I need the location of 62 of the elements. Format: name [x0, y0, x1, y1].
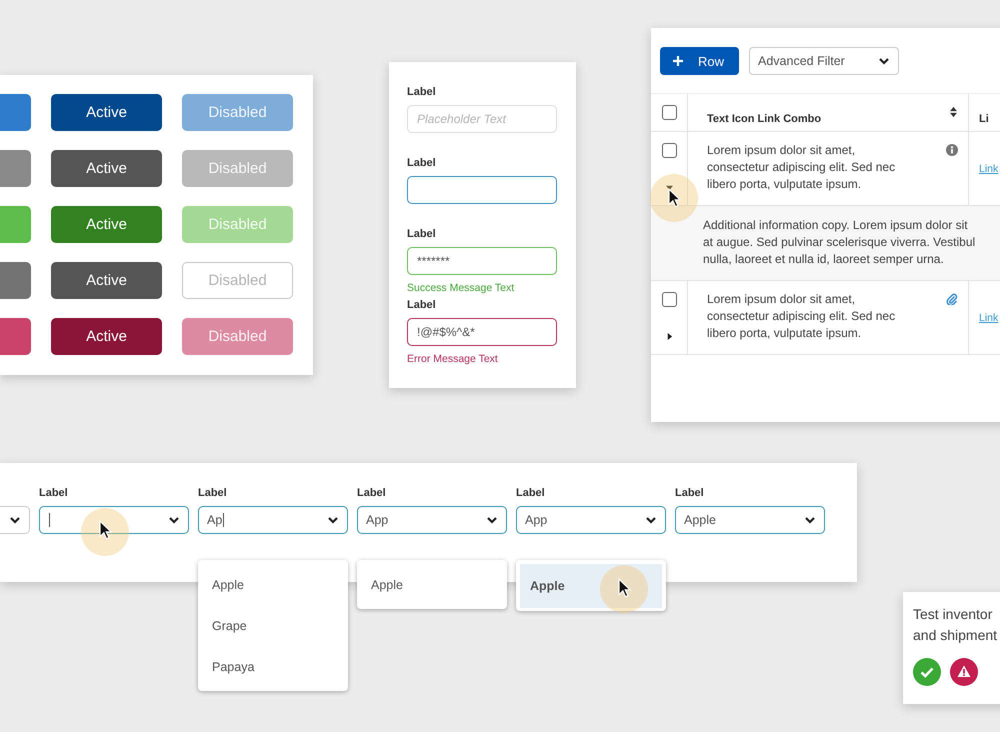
field-label: Label: [39, 487, 69, 500]
input-field[interactable]: [407, 176, 557, 204]
input-field[interactable]: *******: [407, 247, 557, 275]
add-row-button[interactable]: Row: [660, 47, 739, 75]
dropdown[interactable]: [0, 506, 30, 534]
field-label: Label: [357, 487, 387, 500]
chevron-down-icon: [804, 514, 816, 526]
cursor-icon: [99, 520, 112, 540]
detail-text: nulla, laoreet et nulla id, laoreet semper urna.: [703, 251, 944, 268]
button[interactable]: Active: [51, 262, 162, 299]
sort-icon[interactable]: [949, 106, 958, 118]
detail-text: at augue. Sed pulvinar scelerisque viverra. Vestibul: [703, 234, 976, 251]
click-highlight: [650, 174, 698, 222]
field-label: Label: [407, 228, 437, 241]
button[interactable]: Active: [51, 318, 162, 355]
menu-item[interactable]: Apple: [202, 564, 344, 606]
cell-text: Lorem ipsum dolor sit amet, consectetur adipiscing elit. Sed nec libero porta, vulputate ipsum.: [707, 291, 896, 342]
menu-item[interactable]: Apple: [520, 564, 662, 608]
field-label: Label: [407, 299, 437, 312]
cell-text: Lorem ipsum dolor sit amet, consectetur adipiscing elit. Sed nec libero porta, vulputate ipsum.: [707, 142, 896, 193]
field-label: Label: [407, 86, 437, 99]
field-label: Label: [516, 487, 546, 500]
menu-item[interactable]: Grape: [202, 605, 344, 647]
button[interactable]: Active: [51, 94, 162, 131]
paperclip-icon: [946, 293, 958, 305]
menu-item[interactable]: Papaya: [202, 646, 344, 688]
filter-dropdown[interactable]: Advanced Filter: [749, 47, 899, 75]
button[interactable]: Active: [51, 150, 162, 187]
cursor-icon: [618, 578, 631, 598]
click-highlight: [600, 565, 648, 613]
plus-icon: [672, 55, 684, 67]
dropdown[interactable]: App: [516, 506, 666, 534]
chevron-down-icon: [168, 514, 180, 526]
dropdown[interactable]: App: [357, 506, 507, 534]
checkbox[interactable]: [662, 143, 676, 158]
detail-text: Additional information copy. Lorem ipsum dolor sit: [703, 217, 968, 234]
menu-item[interactable]: Apple: [361, 564, 503, 606]
column-header[interactable]: Text Icon Link Combo: [707, 113, 822, 125]
button[interactable]: Active: [51, 206, 162, 243]
input-field[interactable]: !@#$%^&*: [407, 318, 557, 346]
chevron-down-icon: [486, 514, 498, 526]
info-icon: [946, 144, 958, 156]
caret-right-icon[interactable]: [666, 333, 672, 340]
chevron-down-icon: [9, 514, 21, 526]
checkbox[interactable]: [662, 105, 676, 120]
error-message: Error Message Text: [407, 353, 499, 365]
chevron-down-icon: [645, 514, 657, 526]
checkbox[interactable]: [662, 292, 676, 307]
success-message: Success Message Text: [407, 282, 516, 294]
notification-text: and shipment: [913, 626, 998, 645]
success-check-icon: [913, 658, 941, 686]
dropdown[interactable]: Apple: [675, 506, 825, 534]
chevron-down-icon: [878, 55, 890, 67]
notification-text: Test inventor: [913, 605, 994, 624]
warning-icon: [950, 658, 978, 686]
chevron-down-icon: [327, 514, 339, 526]
dropdown[interactable]: Ap: [198, 506, 348, 534]
field-label: Label: [675, 487, 705, 500]
click-highlight: [81, 508, 129, 556]
field-label: Label: [198, 487, 228, 500]
column-header[interactable]: Li: [979, 113, 989, 125]
field-label: Label: [407, 157, 437, 170]
